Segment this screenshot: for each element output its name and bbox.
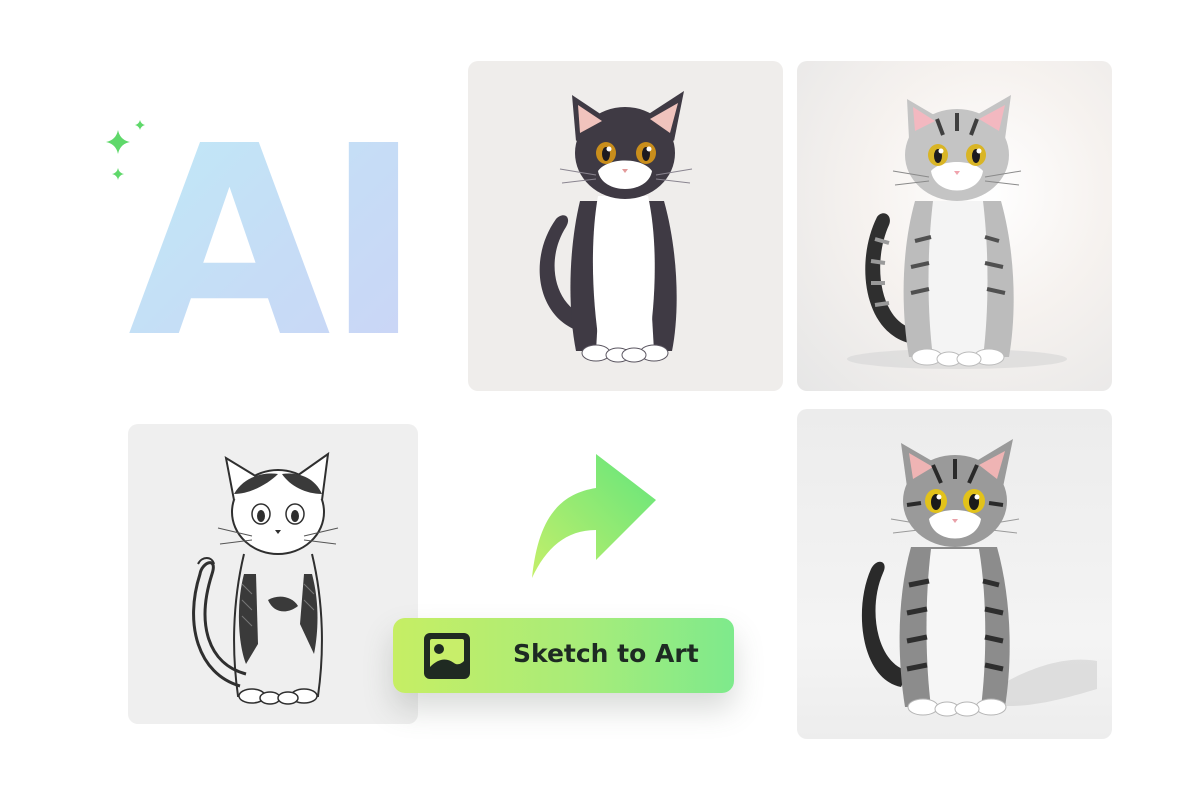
- anime-cat-image: [468, 61, 783, 391]
- ai-heading: AI: [128, 90, 422, 395]
- gray-tabby-render-image: [797, 61, 1112, 391]
- pencil-sketch-cat-image: [128, 424, 418, 724]
- image-icon: [424, 633, 470, 679]
- sketch-to-art-button[interactable]: Sketch to Art: [393, 618, 734, 693]
- photo-tabby-cat-image: [797, 409, 1112, 739]
- sketch-to-art-banner: AI Sketch to Art: [0, 0, 1200, 800]
- sketch-to-art-label: Sketch to Art: [513, 639, 699, 668]
- redo-arrow-icon: [532, 454, 656, 578]
